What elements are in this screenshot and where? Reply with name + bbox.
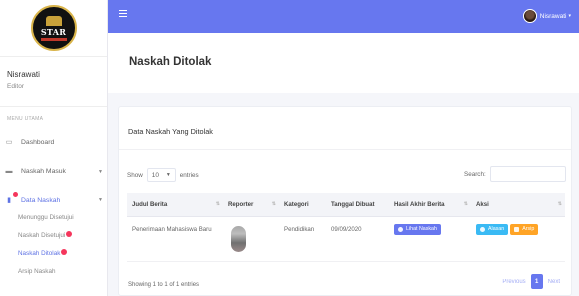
cell-hasil: Lihat Naskah	[389, 216, 471, 262]
search-control: Search:	[464, 166, 566, 182]
search-label: Search:	[464, 170, 486, 178]
sidebar-item-label: Data Naskah	[21, 196, 61, 204]
entries-value: 10	[151, 171, 159, 179]
notification-dot	[13, 192, 18, 197]
sidebar-item-label: Naskah Masuk	[21, 168, 66, 175]
card-title: Data Naskah Yang Ditolak	[128, 127, 213, 136]
sort-icon: ⇅	[271, 201, 276, 207]
chevron-down-icon: ▼	[98, 197, 103, 203]
menu-header: MENU UTAMA	[7, 116, 44, 122]
button-label: Arsip	[522, 226, 535, 232]
logo-mark-icon	[45, 15, 62, 26]
topbar: Nisrawati ▾	[108, 0, 579, 33]
cell-aksi: Alasan Arsip	[471, 216, 565, 262]
sidebar-item-label: Dashboard	[21, 138, 55, 146]
sidebar-subitem-label: Naskah Disetujui	[18, 232, 66, 239]
lihat-naskah-button[interactable]: Lihat Naskah	[394, 223, 441, 235]
naskah-table: Judul Berita ⇅ Reporter ⇅ Kategori Tanggal…	[127, 193, 565, 262]
sidebar-item-data-naskah[interactable]: ▮ Data Naskah ▼	[0, 192, 107, 204]
entries-select[interactable]: 10 ▼	[146, 168, 176, 182]
logo-text: STAR	[40, 26, 67, 37]
file-icon: ▮	[4, 192, 18, 204]
sort-icon: ⇅	[557, 201, 562, 207]
chevron-down-icon: ▼	[165, 172, 171, 178]
notification-badge	[61, 249, 68, 255]
column-header-kategori[interactable]: Kategori	[279, 193, 326, 217]
notification-badge	[66, 231, 73, 237]
page-header: Naskah Ditolak	[108, 33, 579, 93]
sidebar-item-dashboard[interactable]: ▭ Dashboard	[0, 138, 107, 147]
topbar-user-name: Nisrawati	[539, 12, 567, 20]
entries-control: Show 10 ▼ entries	[127, 168, 199, 182]
cell-reporter	[223, 216, 279, 262]
user-dropdown[interactable]: Nisrawati ▾	[522, 9, 571, 23]
entries-label: entries	[179, 171, 199, 179]
caret-down-icon: ▾	[568, 13, 571, 19]
sidebar-subitem-ditolak[interactable]: Naskah Ditolak	[18, 249, 68, 257]
arsip-button[interactable]: Arsip	[510, 223, 539, 235]
app: STAR Nisrawati Editor MENU UTAMA ▭ Dashb…	[0, 0, 579, 296]
logo-area: STAR	[0, 0, 107, 57]
archive-icon	[514, 226, 520, 232]
column-header-hasil[interactable]: Hasil Akhir Berita ⇅	[389, 193, 471, 217]
cell-judul: Penerimaan Mahasiswa Baru	[127, 216, 223, 262]
table-header-row: Judul Berita ⇅ Reporter ⇅ Kategori Tanggal…	[127, 193, 565, 217]
previous-page-button[interactable]: Previous	[497, 279, 530, 285]
next-page-button[interactable]: Next	[543, 279, 565, 285]
button-label: Lihat Naskah	[406, 226, 437, 232]
sort-icon: ⇅	[463, 201, 468, 207]
sidebar-user: Nisrawati Editor	[0, 57, 107, 107]
cell-kategori: Pendidikan	[279, 216, 326, 262]
hamburger-menu-icon[interactable]	[119, 10, 127, 19]
sidebar-subitem-label: Naskah Ditolak	[18, 250, 61, 257]
sort-icon: ⇅	[215, 201, 220, 207]
sidebar-subitem-menunggu[interactable]: Menunggu Disetujui	[18, 214, 74, 221]
data-card: Data Naskah Yang Ditolak Show 10 ▼ entri…	[118, 106, 572, 296]
sidebar-subitem-arsip[interactable]: Arsip Naskah	[18, 268, 55, 275]
entries-info: Showing 1 to 1 of 1 entries	[128, 282, 200, 288]
user-role: Editor	[7, 83, 24, 90]
column-header-judul[interactable]: Judul Berita ⇅	[127, 193, 223, 217]
sidebar: STAR Nisrawati Editor MENU UTAMA ▭ Dashb…	[0, 0, 108, 296]
button-label: Alasan	[488, 226, 505, 232]
brand-logo[interactable]: STAR	[30, 5, 77, 51]
pagination: Previous 1 Next	[497, 274, 565, 289]
logo-underline	[40, 37, 67, 41]
user-name: Nisrawati	[7, 70, 40, 79]
table-row: Penerimaan Mahasiswa Baru Pendidikan 09/…	[127, 216, 565, 262]
monitor-icon: ▭	[5, 139, 13, 146]
column-header-reporter[interactable]: Reporter ⇅	[223, 193, 279, 217]
page-button-current[interactable]: 1	[530, 274, 543, 289]
divider	[119, 149, 571, 150]
inbox-icon: ▬	[5, 168, 13, 175]
reporter-photo	[231, 225, 246, 252]
avatar	[522, 9, 537, 23]
show-label: Show	[127, 171, 143, 179]
search-input[interactable]	[489, 166, 566, 182]
sidebar-subitem-disetujui[interactable]: Naskah Disetujui	[18, 231, 73, 239]
column-header-tanggal[interactable]: Tanggal Dibuat	[326, 193, 389, 217]
sidebar-subitem-label: Menunggu Disetujui	[18, 214, 74, 221]
info-icon	[480, 226, 485, 232]
page-title: Naskah Ditolak	[129, 56, 212, 68]
sidebar-subitem-label: Arsip Naskah	[18, 268, 56, 275]
eye-icon	[398, 226, 403, 232]
column-header-aksi[interactable]: Aksi ⇅	[471, 193, 565, 217]
sidebar-item-naskah-masuk[interactable]: ▬ Naskah Masuk ▼	[0, 168, 107, 175]
cell-tanggal: 09/09/2020	[326, 216, 389, 262]
alasan-button[interactable]: Alasan	[476, 223, 509, 235]
chevron-down-icon: ▼	[98, 168, 103, 175]
